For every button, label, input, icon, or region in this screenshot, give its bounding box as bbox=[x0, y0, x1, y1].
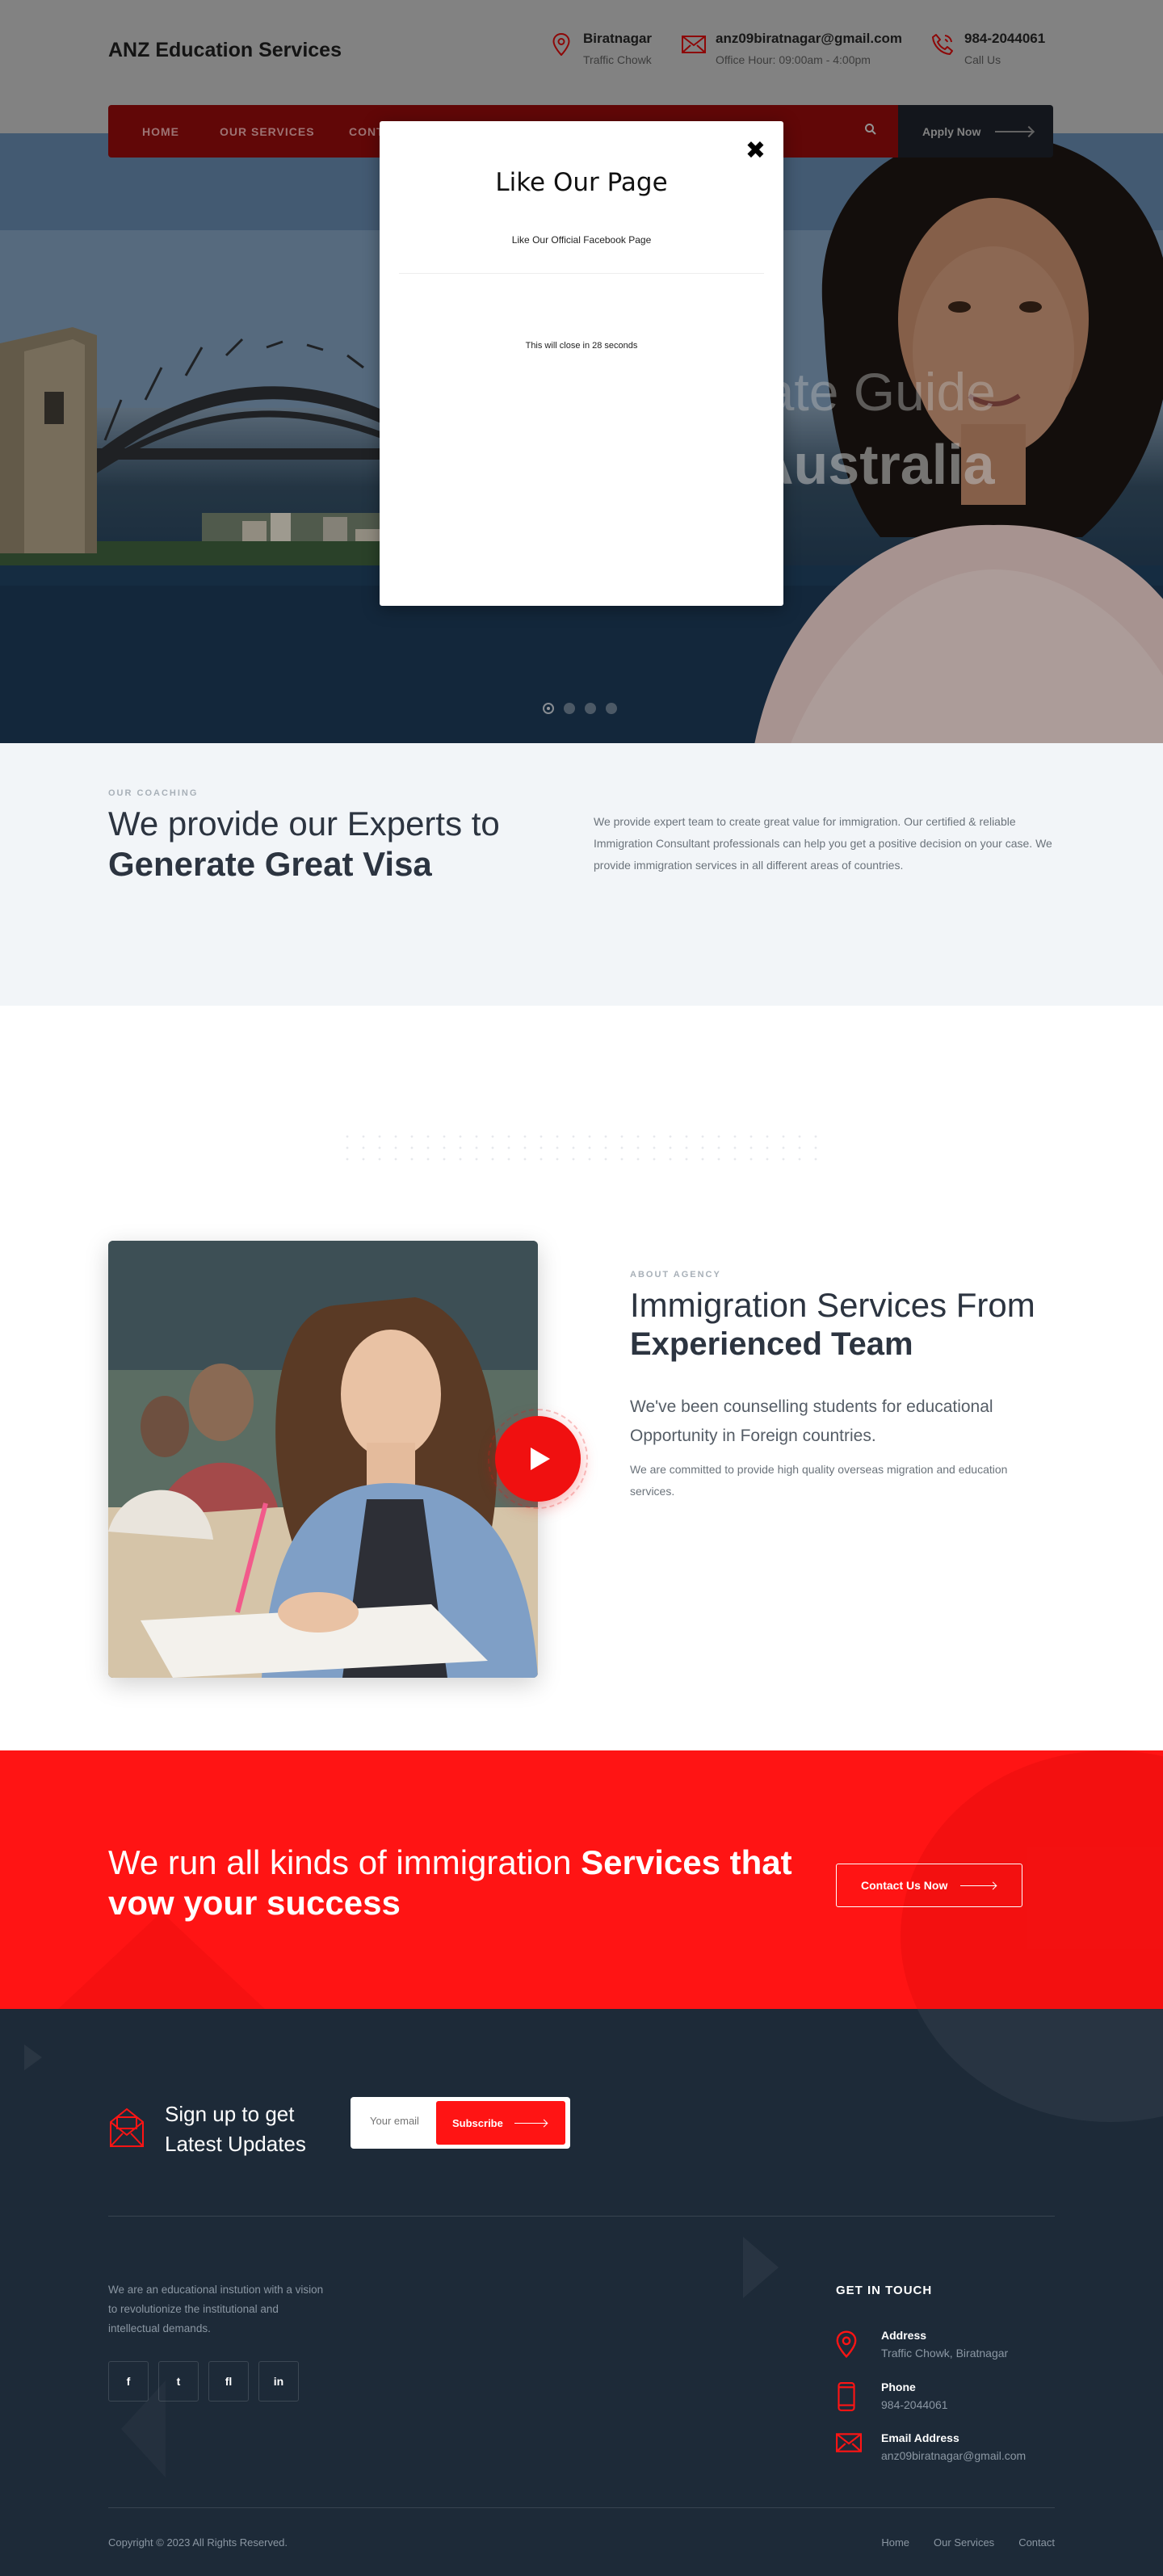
triangle-decoration bbox=[24, 2044, 42, 2070]
cta-text-light: We run all kinds of immigration bbox=[108, 1843, 572, 1881]
triangle-decoration bbox=[32, 1912, 291, 2009]
arrow-right-icon bbox=[514, 2122, 547, 2124]
cta-text: We run all kinds of immigration Services… bbox=[108, 1843, 827, 1923]
site-footer: Sign up to get Latest Updates Subscribe … bbox=[0, 2009, 1163, 2576]
contact-us-button[interactable]: Contact Us Now bbox=[836, 1864, 1022, 1907]
social-links: f t fl in bbox=[108, 2361, 299, 2402]
facebook-like-modal: ✖ Like Our Page Like Our Official Facebo… bbox=[380, 121, 783, 606]
newsletter-icon bbox=[108, 2106, 147, 2149]
play-video-button[interactable] bbox=[495, 1416, 581, 1502]
coaching-heading-light: We provide our Experts to bbox=[108, 805, 500, 843]
coaching-section: OUR COACHING We provide our Experts to G… bbox=[0, 743, 1163, 1006]
circle-decoration bbox=[901, 2009, 1163, 2122]
coaching-kicker: OUR COACHING bbox=[108, 788, 199, 798]
footer-link-services[interactable]: Our Services bbox=[934, 2536, 994, 2549]
footer-address: Address Traffic Chowk, Biratnagar bbox=[836, 2329, 1008, 2360]
dot-pattern-decoration bbox=[339, 1131, 824, 1166]
footer-divider bbox=[108, 2216, 1055, 2217]
map-pin-icon bbox=[836, 2330, 862, 2360]
footer-link-home[interactable]: Home bbox=[881, 2536, 909, 2549]
facebook-icon[interactable]: f bbox=[108, 2361, 149, 2402]
close-icon[interactable]: ✖ bbox=[745, 139, 766, 163]
modal-subtitle: Like Our Official Facebook Page bbox=[511, 234, 652, 246]
footer-email: Email Address anz09biratnagar@gmail.com bbox=[836, 2431, 1026, 2462]
get-in-touch-heading: GET IN TOUCH bbox=[836, 2284, 933, 2297]
envelope-icon bbox=[836, 2433, 862, 2462]
about-heading-bold: Experienced Team bbox=[630, 1326, 913, 1362]
address-value: Traffic Chowk, Biratnagar bbox=[881, 2347, 1009, 2360]
newsletter-title: Sign up to get Latest Updates bbox=[165, 2102, 306, 2156]
student-photo bbox=[108, 1241, 538, 1678]
coaching-heading-bold: Generate Great Visa bbox=[108, 845, 432, 883]
footer-phone: Phone 984-2044061 bbox=[836, 2381, 948, 2411]
phone-label: Phone bbox=[881, 2381, 916, 2393]
about-body: We are committed to provide high quality… bbox=[630, 1463, 1008, 1498]
phone-value[interactable]: 984-2044061 bbox=[881, 2398, 948, 2411]
address-label: Address bbox=[881, 2329, 927, 2342]
flickr-icon[interactable]: fl bbox=[208, 2361, 249, 2402]
about-lead: We've been counselling students for educ… bbox=[630, 1397, 993, 1445]
triangle-decoration bbox=[743, 2237, 779, 2298]
subscribe-button[interactable]: Subscribe bbox=[436, 2101, 565, 2145]
cta-banner: We run all kinds of immigration Services… bbox=[0, 1750, 1163, 2009]
email-value[interactable]: anz09biratnagar@gmail.com bbox=[881, 2449, 1026, 2462]
footer-about: We are an educational instution with a v… bbox=[108, 2284, 324, 2334]
copyright: Copyright © 2023 All Rights Reserved. bbox=[108, 2536, 288, 2549]
newsletter-email-input[interactable] bbox=[370, 2115, 435, 2127]
subscribe-label: Subscribe bbox=[452, 2116, 503, 2129]
footer-link-contact[interactable]: Contact bbox=[1018, 2536, 1055, 2549]
footer-links: Home Our Services Contact bbox=[881, 2536, 1055, 2549]
modal-divider bbox=[399, 273, 764, 274]
coaching-body: We provide expert team to create great v… bbox=[594, 815, 1052, 872]
modal-title: Like Our Page bbox=[495, 168, 668, 197]
email-label: Email Address bbox=[881, 2431, 959, 2444]
footer-divider bbox=[108, 2507, 1055, 2508]
about-heading-light: Immigration Services From bbox=[630, 1286, 1035, 1324]
about-kicker: ABOUT AGENCY bbox=[630, 1270, 721, 1280]
arrow-right-icon bbox=[960, 1885, 997, 1886]
linkedin-icon[interactable]: in bbox=[258, 2361, 299, 2402]
modal-timer: This will close in 28 seconds bbox=[525, 341, 638, 351]
contact-us-label: Contact Us Now bbox=[861, 1879, 948, 1892]
twitter-icon[interactable]: t bbox=[158, 2361, 199, 2402]
mobile-phone-icon bbox=[836, 2382, 862, 2411]
newsletter-form: Subscribe bbox=[351, 2097, 570, 2149]
